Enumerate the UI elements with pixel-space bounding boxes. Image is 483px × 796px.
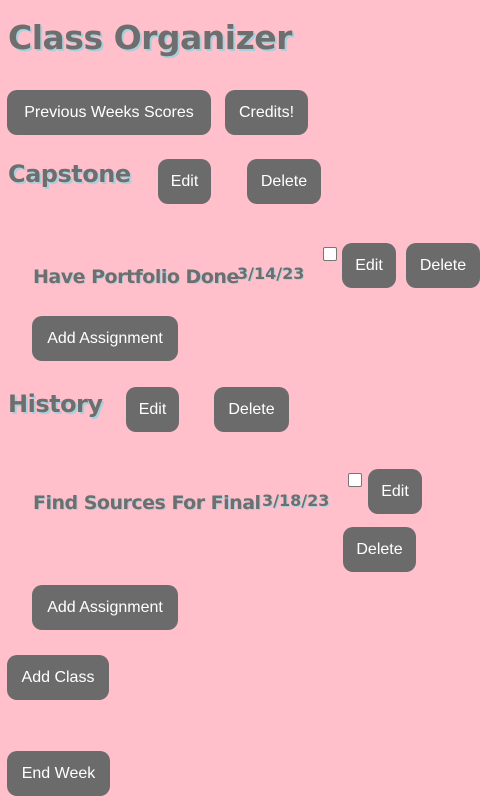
delete-assignment-button[interactable]: Delete — [406, 243, 480, 288]
add-assignment-button[interactable]: Add Assignment — [32, 316, 178, 361]
assignment-name: Have Portfolio Done — [33, 266, 239, 288]
edit-class-button[interactable]: Edit — [158, 159, 211, 204]
edit-assignment-button[interactable]: Edit — [342, 243, 396, 288]
class-name: History — [8, 390, 103, 418]
assignment-complete-checkbox[interactable] — [323, 247, 337, 261]
class-name: Capstone — [8, 160, 131, 188]
edit-assignment-button[interactable]: Edit — [368, 469, 422, 514]
delete-class-button[interactable]: Delete — [247, 159, 321, 204]
credits-button[interactable]: Credits! — [225, 90, 308, 135]
delete-class-button[interactable]: Delete — [214, 387, 289, 432]
add-assignment-button[interactable]: Add Assignment — [32, 585, 178, 630]
edit-class-button[interactable]: Edit — [126, 387, 179, 432]
delete-assignment-button[interactable]: Delete — [343, 527, 416, 572]
previous-weeks-scores-button[interactable]: Previous Weeks Scores — [7, 90, 211, 135]
page-title: Class Organizer — [8, 18, 292, 57]
end-week-button[interactable]: End Week — [7, 751, 110, 796]
assignment-name: Find Sources For Final — [33, 492, 261, 514]
assignment-date: 3/18/23 — [262, 491, 330, 510]
add-class-button[interactable]: Add Class — [7, 655, 109, 700]
assignment-complete-checkbox[interactable] — [348, 473, 362, 487]
assignment-date: 3/14/23 — [237, 264, 305, 283]
